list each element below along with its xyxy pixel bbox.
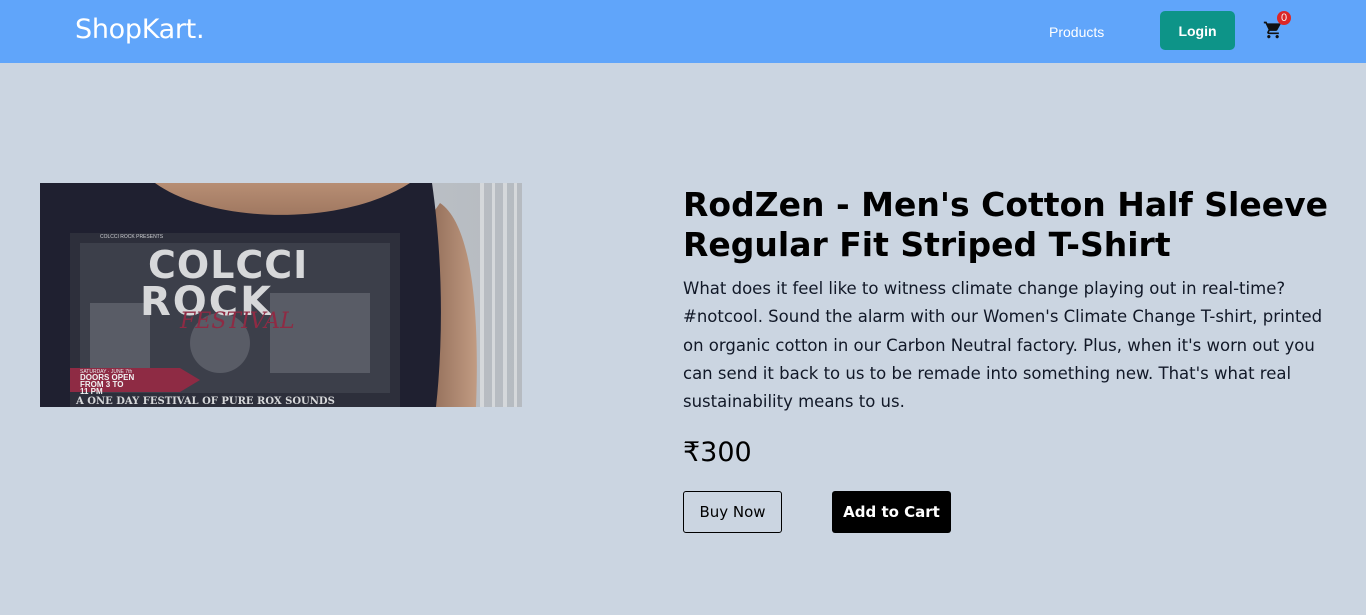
product-description: What does it feel like to witness climat… [683, 279, 1323, 412]
nav-link-products[interactable]: Products [1049, 24, 1104, 40]
brand-logo[interactable]: ShopKart. [75, 14, 205, 45]
svg-text:A ONE DAY FESTIVAL OF PURE ROX: A ONE DAY FESTIVAL OF PURE ROX SOUNDS [75, 396, 335, 407]
navbar: ShopKart. Products Login 0 [0, 0, 1366, 63]
product-price: ₹300 [683, 437, 752, 468]
buy-now-button[interactable]: Buy Now [683, 491, 782, 533]
svg-text:COLCCI ROCK PRESENTS: COLCCI ROCK PRESENTS [100, 234, 164, 240]
svg-text:FESTIVAL: FESTIVAL [179, 309, 295, 334]
product-image: COLCCI ROCK PRESENTS COLCCI ROCK FESTIVA… [40, 183, 522, 407]
product-title: RodZen - Men's Cotton Half Sleeve Regula… [683, 185, 1328, 264]
add-to-cart-button[interactable]: Add to Cart [832, 491, 951, 533]
login-button[interactable]: Login [1160, 11, 1235, 50]
cart-count-badge: 0 [1277, 11, 1291, 25]
svg-text:11 PM: 11 PM [80, 387, 103, 396]
